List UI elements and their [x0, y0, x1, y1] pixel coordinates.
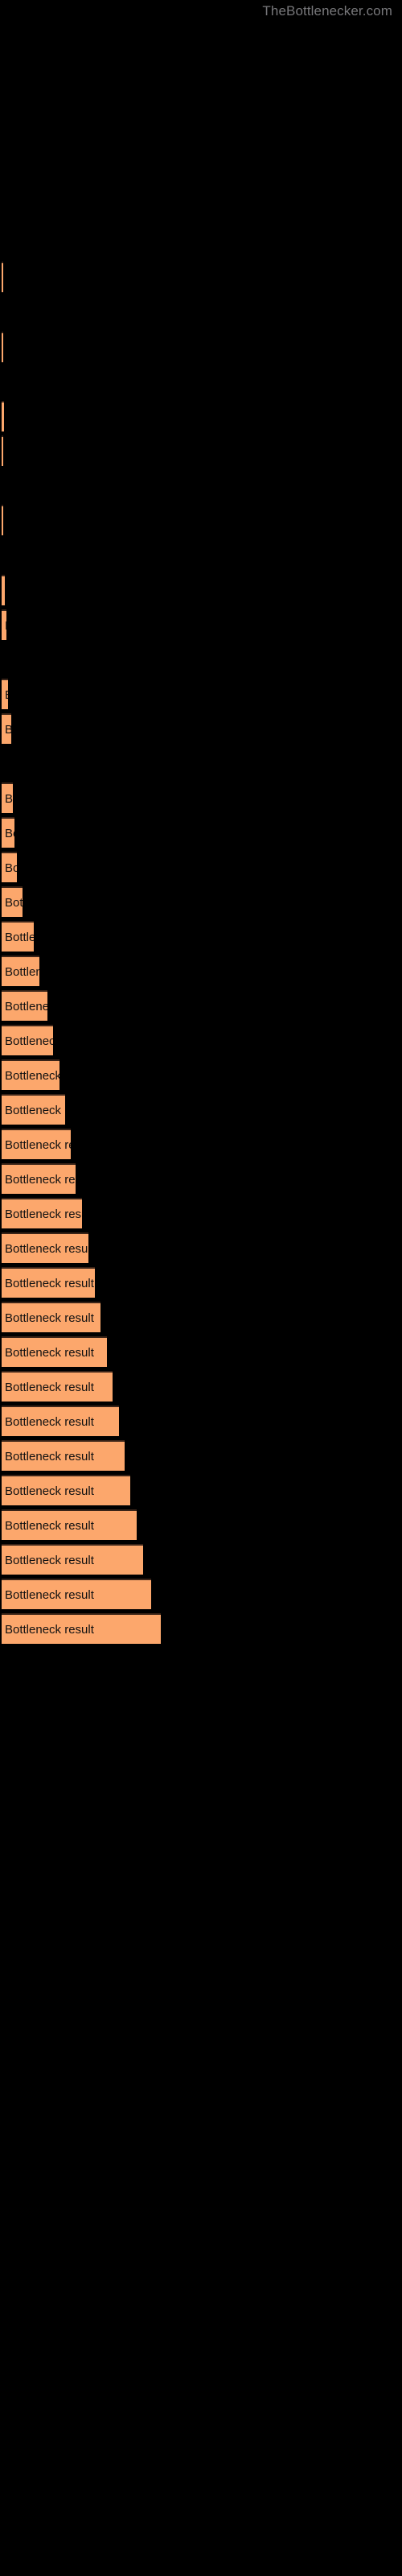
bar: Bottleneck result [2, 852, 17, 882]
bar-label: Bottleneck result [5, 1242, 88, 1256]
bar-label: Bottleneck result [5, 1069, 59, 1083]
bar-label: Bottleneck result [5, 1346, 94, 1360]
bar-label: Bottleneck result [5, 1484, 94, 1498]
bar-label: Bottleneck result [5, 722, 11, 738]
bar: Bottleneck result [2, 401, 4, 431]
bar-label: Bottleneck result [5, 1173, 76, 1187]
bar: Bottleneck result [2, 956, 39, 986]
bar-label: Bottleneck result [5, 1138, 71, 1152]
bar-label: Bottleneck result [5, 896, 23, 910]
bar: Bottleneck result [2, 1025, 53, 1055]
bar: Bottleneck result [2, 1129, 71, 1159]
bar-label: Bottleneck result [5, 1519, 94, 1533]
bar-label: Bottleneck result [5, 687, 8, 704]
bar: Bottleneck result [2, 1475, 130, 1505]
bar-label: Bottleneck result [5, 792, 13, 806]
bar: Bottleneck result [2, 1059, 59, 1090]
bar: Bottleneck result [2, 1267, 95, 1298]
bar: Bottleneck result [2, 609, 6, 640]
bar: Bottleneck result [2, 921, 34, 952]
bar: Bottleneck result [2, 505, 3, 535]
bar: Bottleneck result [2, 782, 13, 813]
bar-label: Bottleneck result [5, 827, 14, 840]
bar: Bottleneck result [2, 1232, 88, 1263]
bar-label: Bottleneck result [5, 1588, 94, 1602]
bar: Bottleneck result [2, 990, 47, 1021]
bar: Bottleneck result [2, 1163, 76, 1194]
bar-chart-plot-area: Bottleneck result Bottleneck result Bottle… [0, 0, 402, 2576]
bar-label: Bottleneck result [5, 618, 6, 634]
bar: Bottleneck result [2, 1336, 107, 1367]
bar: Bottleneck result [2, 1094, 65, 1125]
bar-label: Bottleneck result [5, 1415, 94, 1429]
bar: Bottleneck result [2, 1440, 125, 1471]
bar: Bottleneck result [2, 679, 8, 709]
bar-label: Bottleneck result [5, 931, 34, 944]
bar-label: Bottleneck result [5, 1381, 94, 1394]
bar-label: Bottleneck result [5, 1311, 94, 1325]
bar-label: Bottleneck result [5, 1623, 94, 1637]
bar: Bottleneck result [2, 817, 14, 848]
bar: Bottleneck result [2, 886, 23, 917]
bar: Bottleneck result [2, 713, 11, 744]
bar-label: Bottleneck result [5, 965, 39, 979]
bar-label: Bottleneck result [5, 1450, 94, 1463]
bar: Bottleneck result [2, 1371, 113, 1402]
bar-label: Bottleneck result [5, 1554, 94, 1567]
bar-label: Bottleneck result [5, 1277, 94, 1290]
bar: Bottleneck result [2, 1509, 137, 1540]
bar-label: Bottleneck result [5, 1000, 47, 1013]
bar: Bottleneck result [2, 1302, 100, 1332]
bar-label: Bottleneck result [5, 861, 17, 875]
bar-label: Bottleneck result [5, 1208, 82, 1221]
bar: Bottleneck result [2, 262, 3, 292]
bar: Bottleneck result [2, 332, 3, 362]
bar: Bottleneck result [2, 1544, 143, 1575]
bar-label: Bottleneck result [5, 1034, 53, 1048]
bar: Bottleneck result [2, 1406, 119, 1436]
bar: Bottleneck result [2, 1198, 82, 1228]
bar: Bottleneck result [2, 575, 5, 605]
bottleneck-chart-page: TheBottlenecker.com Bottleneck resultBot… [0, 0, 402, 2576]
bar: Bottleneck result [2, 1613, 161, 1644]
bar: Bottleneck result [2, 436, 3, 466]
bar-label: Bottleneck result [5, 1104, 65, 1117]
bar: Bottleneck result [2, 1579, 151, 1609]
